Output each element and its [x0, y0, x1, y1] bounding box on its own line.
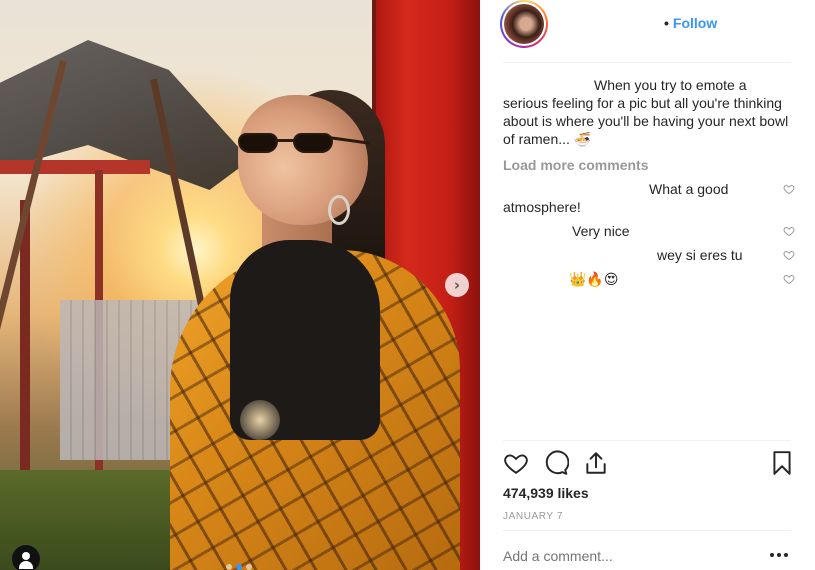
heart-outline-icon[interactable] [783, 249, 795, 261]
tagged-users-button[interactable] [12, 545, 40, 570]
bookmark-icon[interactable] [769, 450, 795, 476]
pagoda-beam [0, 160, 150, 174]
comment: What a good atmosphere! [503, 180, 795, 216]
chevron-right-icon: › [453, 275, 461, 294]
comment-text: Very nice [572, 223, 630, 239]
divider [503, 62, 791, 63]
speech-bubble-icon[interactable] [543, 450, 569, 476]
carousel-next-button[interactable]: › [445, 273, 469, 297]
follow-button[interactable]: Follow [673, 15, 717, 31]
action-bar [503, 450, 793, 480]
post-caption: When you try to emote a serious feeling … [503, 77, 789, 147]
comment-text: wey si eres tu [657, 247, 743, 263]
post-sidebar: • Follow When you try to emote a serious … [480, 0, 815, 570]
pagoda-post [20, 200, 30, 500]
comment: Very nice [503, 222, 795, 240]
carousel-indicator [226, 564, 252, 570]
post-photo[interactable]: › [0, 0, 480, 570]
sunglasses [238, 133, 371, 155]
divider [503, 440, 791, 441]
heart-outline-icon[interactable] [783, 225, 795, 237]
share-upload-icon[interactable] [583, 450, 609, 476]
avatar[interactable] [500, 0, 548, 48]
lens-flare [240, 400, 280, 440]
comment-text: What a good atmosphere! [503, 181, 729, 215]
separator-dot: • [664, 15, 669, 31]
more-options-button[interactable] [770, 551, 790, 559]
follow-area: • Follow [664, 15, 717, 31]
more-dots-icon [770, 553, 774, 557]
add-comment-input[interactable] [503, 548, 763, 564]
comment: wey si eres tu [503, 246, 795, 264]
divider [503, 530, 791, 531]
load-more-comments-button[interactable]: Load more comments [503, 156, 795, 174]
heart-outline-icon[interactable] [503, 450, 529, 476]
hoop-earring [328, 195, 350, 225]
comment: 👑🔥😍 [503, 270, 795, 288]
carousel-dot-active [236, 564, 242, 570]
post-header: • Follow [480, 0, 815, 62]
post-date[interactable]: JANUARY 7 [503, 511, 563, 522]
comments-section: When you try to emote a serious feeling … [503, 76, 795, 288]
avatar-image [504, 4, 544, 44]
heart-outline-icon[interactable] [783, 183, 795, 195]
carousel-dot [226, 564, 232, 570]
comment-text: 👑🔥😍 [569, 271, 619, 287]
carousel-dot [246, 564, 252, 570]
likes-count[interactable]: 474,939 likes [503, 485, 589, 501]
heart-outline-icon[interactable] [783, 273, 795, 285]
person-icon [22, 552, 30, 560]
